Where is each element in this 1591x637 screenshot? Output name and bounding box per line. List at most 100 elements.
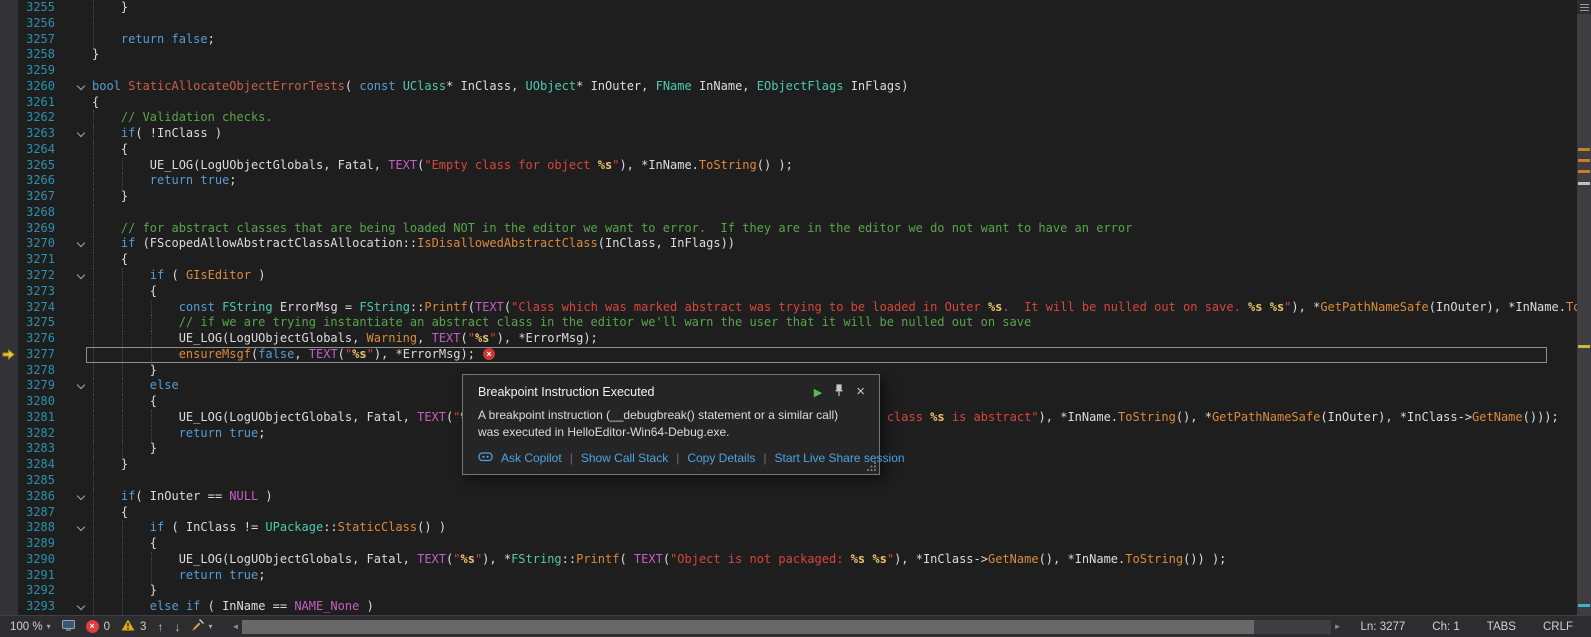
line-number[interactable]: 3257 <box>18 32 62 48</box>
breakpoint-margin[interactable] <box>0 599 18 615</box>
line-number[interactable]: 3276 <box>18 331 62 347</box>
breakpoint-margin[interactable] <box>0 79 18 95</box>
fold-chevron-icon[interactable] <box>74 599 90 615</box>
code-text[interactable]: } <box>90 47 1577 63</box>
scroll-left-icon[interactable]: ◄ <box>231 622 239 631</box>
fold-chevron-icon[interactable] <box>74 489 90 505</box>
fold-chevron-icon[interactable] <box>74 126 90 142</box>
breakpoint-margin[interactable] <box>0 158 18 174</box>
line-number[interactable]: 3271 <box>18 252 62 268</box>
line-number[interactable]: 3280 <box>18 394 62 410</box>
code-text[interactable]: ensureMsgf(false, TEXT("%s"), *ErrorMsg)… <box>90 347 1577 363</box>
next-issue-button[interactable]: ↓ <box>174 620 180 634</box>
line-number[interactable]: 3273 <box>18 284 62 300</box>
code-text[interactable] <box>90 205 1577 221</box>
breakpoint-margin[interactable] <box>0 394 18 410</box>
code-text[interactable]: if ( GIsEditor ) <box>90 268 1577 284</box>
line-number[interactable]: 3286 <box>18 489 62 505</box>
fold-chevron-icon[interactable] <box>74 79 90 95</box>
line-number[interactable]: 3291 <box>18 568 62 584</box>
breakpoint-margin[interactable] <box>0 410 18 426</box>
code-text[interactable]: if( InOuter == NULL ) <box>90 489 1577 505</box>
pin-icon[interactable] <box>833 384 845 400</box>
breakpoint-margin[interactable] <box>0 284 18 300</box>
resize-grip-icon[interactable] <box>866 461 877 472</box>
line-number[interactable]: 3264 <box>18 142 62 158</box>
line-number[interactable]: 3269 <box>18 221 62 237</box>
line-number[interactable]: 3282 <box>18 426 62 442</box>
close-icon[interactable]: × <box>856 386 865 398</box>
line-number[interactable]: 3259 <box>18 63 62 79</box>
breakpoint-margin[interactable] <box>0 95 18 111</box>
breakpoint-margin[interactable] <box>0 505 18 521</box>
breakpoint-margin[interactable] <box>0 583 18 599</box>
scroll-right-icon[interactable]: ► <box>1334 622 1342 631</box>
breakpoint-margin[interactable] <box>0 252 18 268</box>
line-number[interactable]: 3285 <box>18 473 62 489</box>
code-text[interactable]: return true; <box>90 568 1577 584</box>
breakpoint-margin[interactable] <box>0 520 18 536</box>
line-number[interactable]: 3290 <box>18 552 62 568</box>
code-text[interactable] <box>90 16 1577 32</box>
code-text[interactable]: if ( InClass != UPackage::StaticClass() … <box>90 520 1577 536</box>
code-text[interactable]: } <box>90 189 1577 205</box>
line-number[interactable]: 3274 <box>18 300 62 316</box>
code-text[interactable]: UE_LOG(LogUObjectGlobals, Fatal, TEXT("E… <box>90 158 1577 174</box>
line-number[interactable]: 3268 <box>18 205 62 221</box>
error-summary[interactable]: 0 <box>86 620 110 633</box>
code-text[interactable]: { <box>90 142 1577 158</box>
line-indicator[interactable]: Ln: 3277 <box>1361 621 1406 633</box>
vertical-scrollbar[interactable] <box>1577 14 1591 615</box>
fold-chevron-icon[interactable] <box>74 236 90 252</box>
copy-details-link[interactable]: Copy Details <box>687 451 755 465</box>
line-number[interactable]: 3278 <box>18 363 62 379</box>
horizontal-scrollbar[interactable]: ◄ ► <box>231 620 1341 634</box>
eol-indicator[interactable]: CRLF <box>1543 621 1573 633</box>
previous-issue-button[interactable]: ↑ <box>157 620 163 634</box>
breakpoint-margin[interactable] <box>0 173 18 189</box>
breakpoint-margin[interactable] <box>0 378 18 394</box>
code-text[interactable]: } <box>90 0 1577 16</box>
code-text[interactable]: if (FScopedAllowAbstractClassAllocation:… <box>90 236 1577 252</box>
code-text[interactable]: { <box>90 95 1577 111</box>
line-number[interactable]: 3270 <box>18 236 62 252</box>
line-number[interactable]: 3260 <box>18 79 62 95</box>
code-text[interactable]: return false; <box>90 32 1577 48</box>
breakpoint-margin[interactable] <box>0 552 18 568</box>
breakpoint-margin[interactable] <box>0 536 18 552</box>
line-number[interactable]: 3283 <box>18 441 62 457</box>
code-text[interactable]: bool StaticAllocateObjectErrorTests( con… <box>90 79 1577 95</box>
line-number[interactable]: 3277 <box>18 347 62 363</box>
code-text[interactable]: { <box>90 252 1577 268</box>
column-indicator[interactable]: Ch: 1 <box>1432 621 1460 633</box>
show-call-stack-link[interactable]: Show Call Stack <box>581 451 668 465</box>
breakpoint-margin[interactable] <box>0 0 18 16</box>
line-number[interactable]: 3281 <box>18 410 62 426</box>
breakpoint-margin[interactable] <box>0 347 18 363</box>
breakpoint-margin[interactable] <box>0 363 18 379</box>
code-text[interactable]: // Validation checks. <box>90 110 1577 126</box>
breakpoint-margin[interactable] <box>0 473 18 489</box>
breakpoint-margin[interactable] <box>0 300 18 316</box>
tabs-indicator[interactable]: TABS <box>1487 621 1516 633</box>
line-number[interactable]: 3256 <box>18 16 62 32</box>
breakpoint-margin[interactable] <box>0 63 18 79</box>
code-text[interactable]: return true; <box>90 173 1577 189</box>
breakpoint-margin[interactable] <box>0 236 18 252</box>
fold-chevron-icon[interactable] <box>74 378 90 394</box>
line-number[interactable]: 3293 <box>18 599 62 615</box>
continue-icon[interactable]: ▶ <box>814 386 822 399</box>
breakpoint-margin[interactable] <box>0 221 18 237</box>
warning-summary[interactable]: 3 <box>121 619 146 634</box>
code-text[interactable]: { <box>90 284 1577 300</box>
breakpoint-margin[interactable] <box>0 47 18 63</box>
line-number[interactable]: 3279 <box>18 378 62 394</box>
line-number[interactable]: 3261 <box>18 95 62 111</box>
code-text[interactable]: // for abstract classes that are being l… <box>90 221 1577 237</box>
breakpoint-margin[interactable] <box>0 205 18 221</box>
editor-splitter-handle[interactable] <box>1577 0 1591 14</box>
breakpoint-margin[interactable] <box>0 426 18 442</box>
fold-chevron-icon[interactable] <box>74 268 90 284</box>
code-text[interactable]: { <box>90 505 1577 521</box>
line-number[interactable]: 3265 <box>18 158 62 174</box>
